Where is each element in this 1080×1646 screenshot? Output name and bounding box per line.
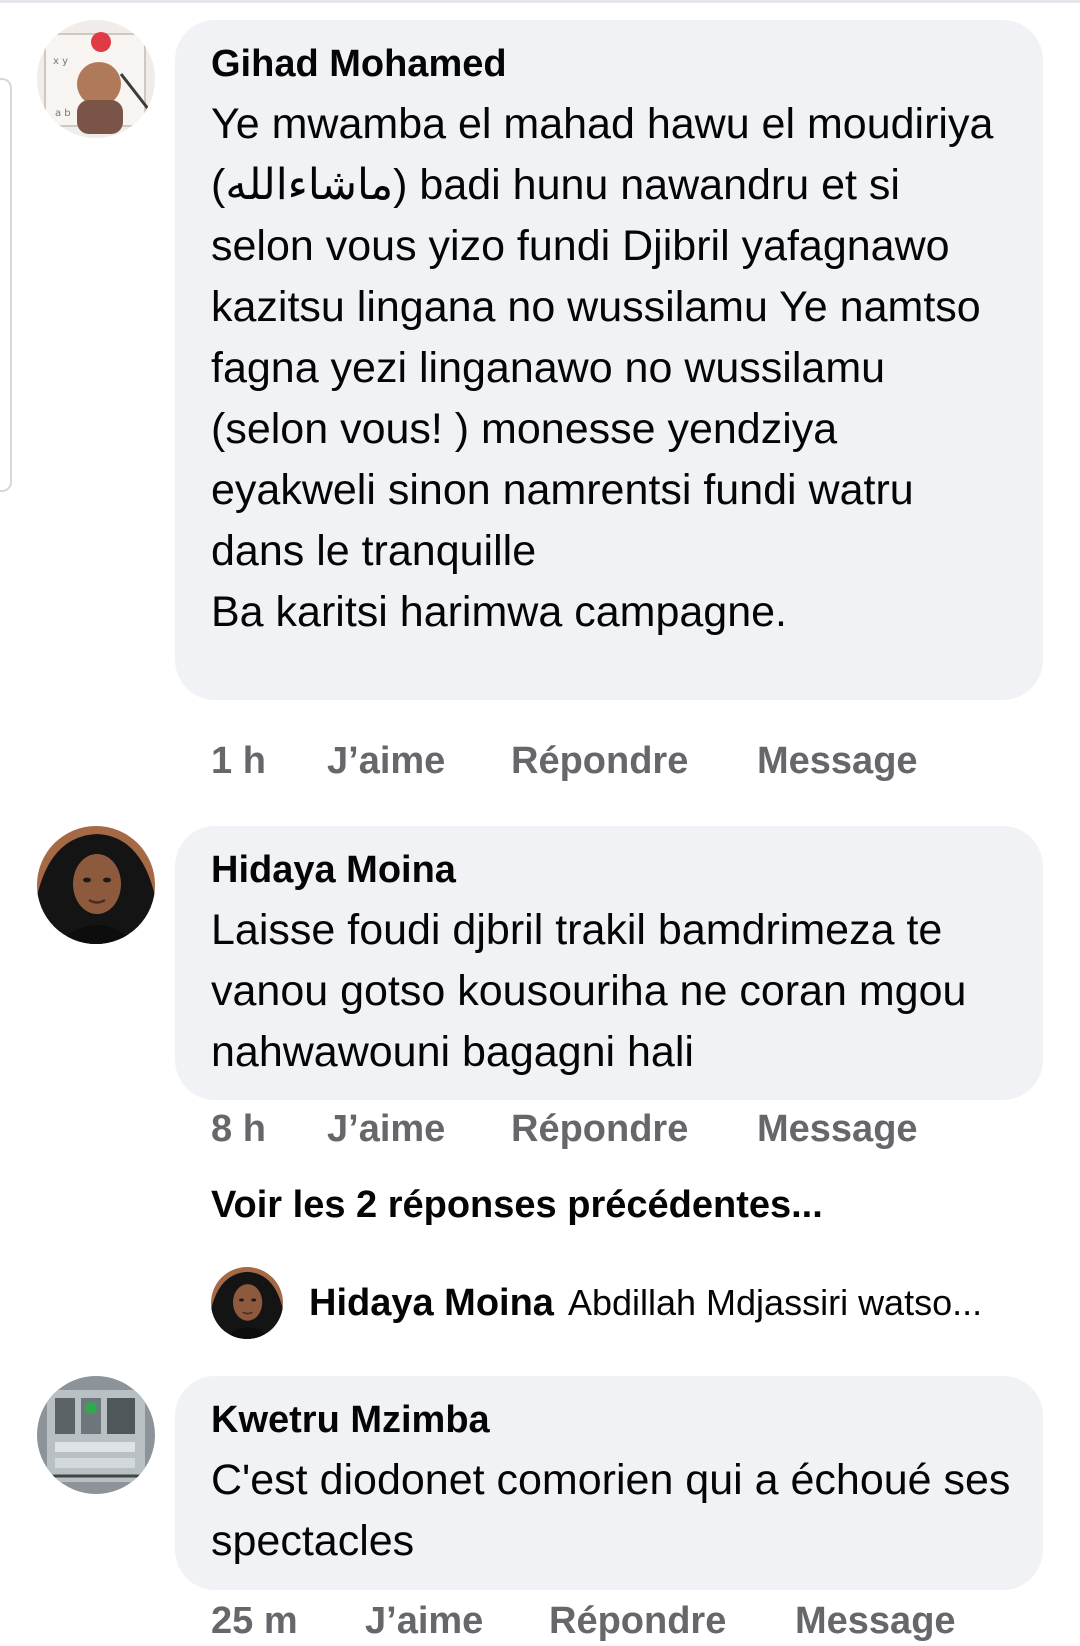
comment-author[interactable]: Hidaya Moina	[211, 846, 1013, 894]
reply-author[interactable]: Hidaya Moina	[309, 1282, 554, 1325]
svg-text:x y: x y	[53, 56, 68, 67]
comment-bubble: Kwetru Mzimba C'est diodonet comorien qu…	[175, 1376, 1043, 1590]
reply-preview[interactable]: Hidaya Moina Abdillah Mdjassiri watso...	[211, 1267, 982, 1339]
message-button[interactable]: Message	[757, 736, 918, 786]
like-button[interactable]: J’aime	[327, 736, 511, 786]
top-divider	[0, 0, 1080, 3]
avatar-hidaya-moina[interactable]	[37, 826, 155, 944]
reply-button[interactable]: Répondre	[511, 736, 757, 786]
comment-bubble: Hidaya Moina Laisse foudi djbril trakil …	[175, 826, 1043, 1100]
avatar-hidaya-moina-small[interactable]	[211, 1267, 283, 1339]
comment-time[interactable]: 25 m	[211, 1596, 365, 1646]
svg-text:a b: a b	[55, 108, 71, 119]
avatar-image	[37, 826, 155, 944]
reply-snippet[interactable]: Abdillah Mdjassiri watso...	[568, 1282, 982, 1324]
avatar-image: x y a b	[37, 20, 155, 138]
view-previous-replies-link[interactable]: Voir les 2 réponses précédentes...	[211, 1180, 823, 1230]
comment-time[interactable]: 8 h	[211, 1104, 327, 1154]
like-button[interactable]: J’aime	[365, 1596, 549, 1646]
comment-actions: 1 h J’aime Répondre Message	[211, 736, 918, 786]
comment-text: C'est diodonet comorien qui a échoué ses…	[211, 1456, 1011, 1565]
reply-button[interactable]: Répondre	[511, 1104, 757, 1154]
scroll-edge-indicator	[0, 78, 12, 492]
avatar-image	[37, 1376, 155, 1494]
comment-bubble: Gihad Mohamed Ye mwamba el mahad hawu el…	[175, 20, 1043, 700]
comment-author[interactable]: Kwetru Mzimba	[211, 1396, 1013, 1444]
like-button[interactable]: J’aime	[327, 1104, 511, 1154]
avatar-kwetru-mzimba[interactable]	[37, 1376, 155, 1494]
reply-button[interactable]: Répondre	[549, 1596, 795, 1646]
comment-actions: 25 m J’aime Répondre Message	[211, 1596, 956, 1646]
comment-time[interactable]: 1 h	[211, 736, 327, 786]
comment-text: Ye mwamba el mahad hawu el moudiriya (ما…	[211, 100, 994, 636]
message-button[interactable]: Message	[795, 1596, 956, 1646]
avatar-gihad-mohamed[interactable]: x y a b	[37, 20, 155, 138]
comment-text: Laisse foudi djbril trakil bamdrimeza te…	[211, 906, 967, 1076]
comment-author[interactable]: Gihad Mohamed	[211, 40, 1013, 88]
comment-actions: 8 h J’aime Répondre Message	[211, 1104, 918, 1154]
message-button[interactable]: Message	[757, 1104, 918, 1154]
avatar-image	[211, 1267, 283, 1339]
